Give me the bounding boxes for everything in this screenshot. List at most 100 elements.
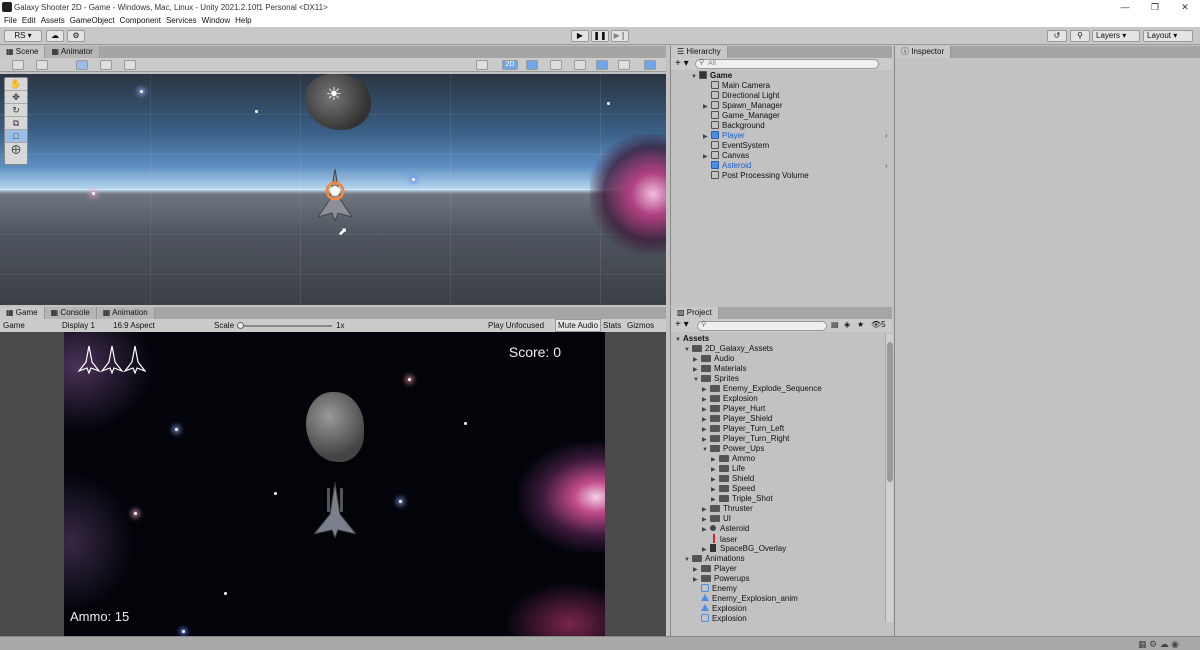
hierarchy-item[interactable]: ▶ Player bbox=[703, 131, 745, 140]
move-tool-icon[interactable]: ✥ bbox=[5, 91, 27, 104]
audio-toggle-icon[interactable] bbox=[550, 60, 562, 70]
expand-arrow-icon[interactable]: ▶ bbox=[702, 426, 710, 433]
prefab-open-chevron-icon[interactable]: › bbox=[885, 131, 888, 140]
gizmos-toggle-icon[interactable] bbox=[644, 60, 656, 70]
scene-view[interactable]: ☀ ⬈ bbox=[0, 74, 666, 305]
hidden-objects-icon[interactable] bbox=[596, 60, 608, 70]
project-item[interactable]: ▶ Speed bbox=[711, 484, 755, 493]
project-item[interactable]: ▶ Player_Shield bbox=[702, 414, 772, 423]
toggle-2d-button[interactable]: 2D bbox=[502, 60, 518, 70]
expand-arrow-icon[interactable]: ▼ bbox=[693, 377, 701, 383]
project-item[interactable]: ▶ Player_Turn_Left bbox=[702, 424, 784, 433]
play-button[interactable]: ▶ bbox=[571, 30, 589, 42]
step-button[interactable]: ▶❙ bbox=[611, 30, 629, 42]
cloud-icon[interactable]: ☁ bbox=[46, 30, 64, 42]
project-item[interactable]: Enemy bbox=[693, 584, 737, 593]
tab-game[interactable]: ▦ Game bbox=[0, 307, 45, 319]
menu-file[interactable]: File bbox=[4, 16, 22, 25]
tab-inspector[interactable]: ⓘ Inspector bbox=[895, 46, 952, 58]
prefab-open-chevron-icon[interactable]: › bbox=[885, 161, 888, 170]
display-dropdown[interactable]: Display 1 bbox=[62, 321, 95, 330]
expand-arrow-icon[interactable]: ▶ bbox=[693, 366, 701, 373]
hierarchy-item[interactable]: ▶ Spawn_Manager bbox=[703, 101, 782, 110]
close-button[interactable]: ✕ bbox=[1170, 0, 1200, 14]
hidden-packages-icon[interactable]: 👁5 bbox=[871, 320, 886, 329]
filter-label-icon[interactable]: ◈ bbox=[844, 320, 850, 329]
project-item[interactable]: ▶ Triple_Shot bbox=[711, 494, 773, 503]
scene-grid-icon[interactable] bbox=[124, 60, 136, 70]
expand-arrow-icon[interactable]: ▶ bbox=[693, 566, 701, 573]
expand-arrow-icon[interactable]: ▶ bbox=[702, 396, 710, 403]
expand-arrow-icon[interactable]: ▶ bbox=[711, 496, 719, 503]
project-item[interactable]: Explosion bbox=[693, 614, 747, 623]
stats-button[interactable]: Stats bbox=[603, 321, 621, 330]
add-object-button[interactable]: + ▾ bbox=[675, 58, 689, 69]
aspect-dropdown[interactable]: 16:9 Aspect bbox=[113, 321, 155, 330]
project-scrollbar-thumb[interactable] bbox=[887, 342, 893, 482]
project-item[interactable]: Explosion bbox=[693, 604, 747, 613]
project-item[interactable]: ▶ Asteroid bbox=[702, 524, 749, 533]
expand-arrow-icon[interactable]: ▶ bbox=[703, 133, 711, 140]
menu-gameobject[interactable]: GameObject bbox=[70, 16, 120, 25]
collab-icon[interactable]: ⚙ bbox=[67, 30, 85, 42]
expand-arrow-icon[interactable]: ▶ bbox=[693, 576, 701, 583]
hierarchy-item[interactable]: Post Processing Volume bbox=[703, 171, 809, 180]
transform-tool-icon[interactable] bbox=[12, 60, 24, 70]
account-dropdown[interactable]: RS ▾ bbox=[4, 30, 42, 42]
project-item[interactable]: Enemy_Explosion_anim bbox=[693, 594, 798, 603]
history-icon[interactable]: ↺ bbox=[1047, 30, 1067, 42]
scene-root[interactable]: ▼ Game bbox=[691, 71, 732, 80]
menu-services[interactable]: Services bbox=[166, 16, 202, 25]
project-item[interactable]: ▶ Explosion bbox=[702, 394, 758, 403]
tab-scene[interactable]: ▦ Scene bbox=[0, 46, 46, 58]
project-item[interactable]: ▶ SpaceBG_Overlay bbox=[702, 544, 786, 553]
hierarchy-item[interactable]: Directional Light bbox=[703, 91, 779, 100]
hand-tool-icon[interactable]: ✋ bbox=[5, 78, 27, 91]
scale-slider-handle[interactable] bbox=[237, 322, 244, 329]
hierarchy-search-input[interactable]: All bbox=[695, 59, 879, 69]
expand-arrow-icon[interactable]: ▶ bbox=[711, 476, 719, 483]
expand-arrow-icon[interactable]: ▶ bbox=[703, 153, 711, 160]
menu-component[interactable]: Component bbox=[120, 16, 166, 25]
project-item[interactable]: ▶ Materials bbox=[693, 364, 746, 373]
display-mode-dropdown[interactable]: Game bbox=[3, 321, 25, 330]
transform-all-tool-icon[interactable]: ⨁ bbox=[5, 143, 27, 156]
scale-slider[interactable] bbox=[237, 322, 332, 329]
menu-help[interactable]: Help bbox=[235, 16, 256, 25]
expand-arrow-icon[interactable]: ▶ bbox=[702, 516, 710, 523]
camera-settings-icon[interactable] bbox=[618, 60, 630, 70]
hierarchy-item[interactable]: ▶ Canvas bbox=[703, 151, 749, 160]
effects-toggle-icon[interactable] bbox=[574, 60, 586, 70]
game-view[interactable]: Score: 0 Ammo: 15 bbox=[64, 332, 605, 636]
grid-snap-icon[interactable] bbox=[76, 60, 88, 70]
project-scrollbar[interactable] bbox=[885, 334, 893, 622]
scale-tool-icon[interactable]: ⧉ bbox=[5, 117, 27, 130]
pause-button[interactable]: ❚❚ bbox=[591, 30, 609, 42]
project-item[interactable]: ▼ Assets bbox=[675, 334, 709, 343]
expand-arrow-icon[interactable]: ▶ bbox=[702, 406, 710, 413]
project-item[interactable]: ▶ Ammo bbox=[711, 454, 755, 463]
expand-arrow-icon[interactable]: ▶ bbox=[702, 546, 710, 553]
project-item[interactable]: laser bbox=[702, 534, 737, 544]
project-item[interactable]: ▶ Enemy_Explode_Sequence bbox=[702, 384, 822, 393]
favorite-icon[interactable]: ★ bbox=[857, 320, 864, 329]
layers-dropdown[interactable]: Layers ▾ bbox=[1092, 30, 1140, 42]
create-asset-button[interactable]: + ▾ bbox=[675, 319, 689, 330]
layout-dropdown[interactable]: Layout ▾ bbox=[1143, 30, 1193, 42]
snap-increment-icon[interactable] bbox=[100, 60, 112, 70]
project-item[interactable]: ▶ Player_Hurt bbox=[702, 404, 765, 413]
draw-mode-icon[interactable] bbox=[476, 60, 488, 70]
menu-window[interactable]: Window bbox=[202, 16, 235, 25]
hierarchy-item[interactable]: Main Camera bbox=[703, 81, 770, 90]
expand-arrow-icon[interactable]: ▼ bbox=[702, 447, 710, 453]
expand-arrow-icon[interactable]: ▶ bbox=[702, 436, 710, 443]
menu-edit[interactable]: Edit bbox=[22, 16, 41, 25]
project-item[interactable]: ▶ Player_Turn_Right bbox=[702, 434, 789, 443]
rotate-tool-icon[interactable]: ↻ bbox=[5, 104, 27, 117]
tab-animation[interactable]: ▦ Animation bbox=[96, 307, 155, 319]
rect-tool-icon[interactable]: □ bbox=[5, 130, 27, 143]
expand-arrow-icon[interactable]: ▶ bbox=[702, 506, 710, 513]
gizmos-button[interactable]: Gizmos bbox=[627, 321, 654, 330]
expand-arrow-icon[interactable]: ▶ bbox=[702, 526, 710, 533]
project-item[interactable]: ▼ Power_Ups bbox=[702, 444, 764, 453]
